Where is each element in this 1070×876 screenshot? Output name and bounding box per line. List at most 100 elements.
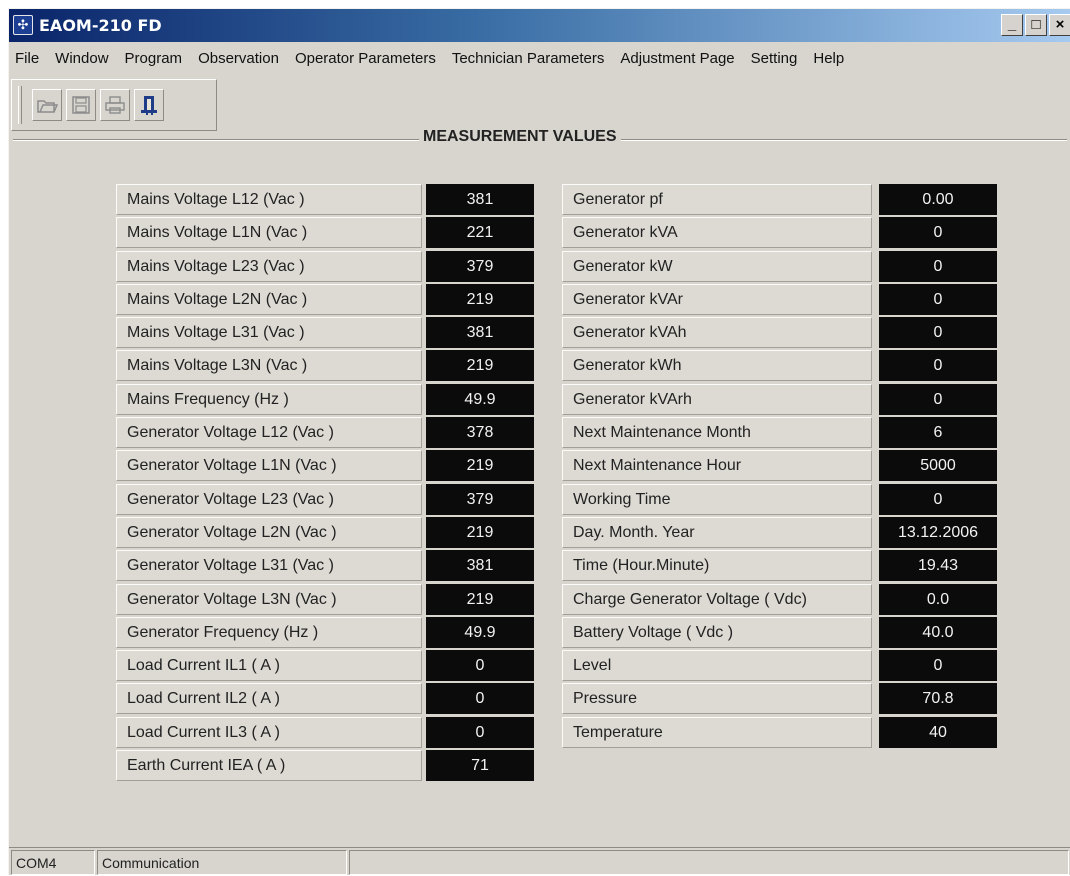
measurement-value: 379 xyxy=(426,483,534,515)
save-button[interactable] xyxy=(66,89,96,121)
measurement-label: Generator Voltage L31 (Vac ) xyxy=(116,550,422,582)
measurement-label: Generator pf xyxy=(562,184,872,215)
app-icon: ✣ xyxy=(13,15,33,35)
measurement-label: Generator kVA xyxy=(562,217,872,249)
measurement-value: 40 xyxy=(879,716,997,748)
measurement-label: Next Maintenance Hour xyxy=(562,450,872,482)
measurement-value: 0 xyxy=(426,683,534,715)
measurement-value: 219 xyxy=(426,516,534,548)
measurement-value: 381 xyxy=(426,550,534,582)
menu-adjustment-page[interactable]: Adjustment Page xyxy=(612,50,742,67)
minimize-button[interactable]: _ xyxy=(1001,14,1023,36)
measurement-label: Earth Current IEA ( A ) xyxy=(116,750,422,782)
section-title: MEASUREMENT VALUES xyxy=(419,128,621,146)
measurement-value: 219 xyxy=(426,450,534,482)
measurement-value: 0 xyxy=(879,317,997,349)
measurement-value: 5000 xyxy=(879,450,997,482)
measurement-value: 0 xyxy=(879,350,997,382)
measurement-value: 381 xyxy=(426,184,534,215)
measurement-label: Generator kVAh xyxy=(562,317,872,349)
measurement-value: 0.0 xyxy=(879,583,997,615)
measurement-value: 0 xyxy=(879,217,997,249)
measurement-value: 70.8 xyxy=(879,683,997,715)
menu-help[interactable]: Help xyxy=(805,50,852,67)
measurement-value: 219 xyxy=(426,350,534,382)
print-icon xyxy=(105,96,125,114)
measurement-label: Generator Voltage L23 (Vac ) xyxy=(116,483,422,515)
measurement-label: Generator kVAr xyxy=(562,283,872,315)
menu-file[interactable]: File xyxy=(9,50,47,67)
measurement-label: Generator kWh xyxy=(562,350,872,382)
measurement-label: Generator kVArh xyxy=(562,383,872,415)
measurement-label: Generator Frequency (Hz ) xyxy=(116,616,422,648)
measurement-label: Generator Voltage L1N (Vac ) xyxy=(116,450,422,482)
measurement-value: 0 xyxy=(879,250,997,282)
measurement-value: 6 xyxy=(879,417,997,449)
measurement-value: 13.12.2006 xyxy=(879,516,997,548)
window-controls: _ □ × xyxy=(1001,14,1070,36)
measurement-label: Pressure xyxy=(562,683,872,715)
status-port: COM4 xyxy=(11,850,95,875)
open-button[interactable] xyxy=(32,89,62,121)
menu-technician-parameters[interactable]: Technician Parameters xyxy=(444,50,613,67)
measurement-label: Mains Voltage L23 (Vac ) xyxy=(116,250,422,282)
title-bar[interactable]: ✣ EAOM-210 FD _ □ × xyxy=(9,9,1070,42)
measurement-value: 379 xyxy=(426,250,534,282)
measurement-label: Charge Generator Voltage ( Vdc) xyxy=(562,583,872,615)
measurement-label: Load Current IL1 ( A ) xyxy=(116,650,422,682)
measurement-value: 0 xyxy=(879,383,997,415)
measurement-label: Generator Voltage L12 (Vac ) xyxy=(116,417,422,449)
measurement-value: 0.00 xyxy=(879,184,997,215)
measurement-label: Battery Voltage ( Vdc ) xyxy=(562,616,872,648)
toolbar xyxy=(11,79,217,131)
measurement-label: Mains Voltage L3N (Vac ) xyxy=(116,350,422,382)
close-button[interactable]: × xyxy=(1049,14,1070,36)
menu-operator-parameters[interactable]: Operator Parameters xyxy=(287,50,444,67)
measurement-value: 49.9 xyxy=(426,383,534,415)
exit-icon xyxy=(141,96,157,115)
measurement-label: Generator kW xyxy=(562,250,872,282)
measurement-label: Next Maintenance Month xyxy=(562,417,872,449)
exit-button[interactable] xyxy=(134,89,164,121)
measurement-value: 378 xyxy=(426,417,534,449)
measurement-label: Load Current IL3 ( A ) xyxy=(116,716,422,748)
measurement-value: 0 xyxy=(879,650,997,682)
open-icon xyxy=(37,100,58,113)
menu-window[interactable]: Window xyxy=(47,50,116,67)
measurement-label: Mains Voltage L1N (Vac ) xyxy=(116,217,422,249)
measurement-value: 0 xyxy=(426,716,534,748)
measurement-label: Generator Voltage L2N (Vac ) xyxy=(116,516,422,548)
menu-setting[interactable]: Setting xyxy=(743,50,806,67)
measurement-value: 40.0 xyxy=(879,616,997,648)
measurement-label: Level xyxy=(562,650,872,682)
measurement-label: Temperature xyxy=(562,716,872,748)
status-bar: COM4 Communication xyxy=(9,847,1070,876)
measurement-value: 71 xyxy=(426,750,534,782)
maximize-button[interactable]: □ xyxy=(1025,14,1047,36)
measurement-label: Load Current IL2 ( A ) xyxy=(116,683,422,715)
measurement-label: Mains Voltage L2N (Vac ) xyxy=(116,283,422,315)
print-button[interactable] xyxy=(100,89,130,121)
window-title: EAOM-210 FD xyxy=(39,16,162,35)
measurement-value: 219 xyxy=(426,283,534,315)
measurement-label: Time (Hour.Minute) xyxy=(562,550,872,582)
measurement-label: Generator Voltage L3N (Vac ) xyxy=(116,583,422,615)
measurement-label: Mains Frequency (Hz ) xyxy=(116,383,422,415)
status-communication: Communication xyxy=(97,850,347,875)
measurement-label: Mains Voltage L31 (Vac ) xyxy=(116,317,422,349)
measurement-value: 0 xyxy=(426,650,534,682)
measurement-value: 219 xyxy=(426,583,534,615)
measurement-value: 0 xyxy=(879,483,997,515)
measurement-value: 49.9 xyxy=(426,616,534,648)
menu-bar: File Window Program Observation Operator… xyxy=(9,43,1070,73)
measurement-label: Working Time xyxy=(562,483,872,515)
measurement-label: Mains Voltage L12 (Vac ) xyxy=(116,184,422,215)
measurement-value: 0 xyxy=(879,283,997,315)
measurement-label: Day. Month. Year xyxy=(562,516,872,548)
app-window: ✣ EAOM-210 FD _ □ × File Window Program … xyxy=(8,8,1070,875)
measurement-value: 19.43 xyxy=(879,550,997,582)
menu-program[interactable]: Program xyxy=(117,50,191,67)
menu-observation[interactable]: Observation xyxy=(190,50,287,67)
save-icon xyxy=(72,96,90,114)
toolbar-grip[interactable] xyxy=(18,86,22,124)
